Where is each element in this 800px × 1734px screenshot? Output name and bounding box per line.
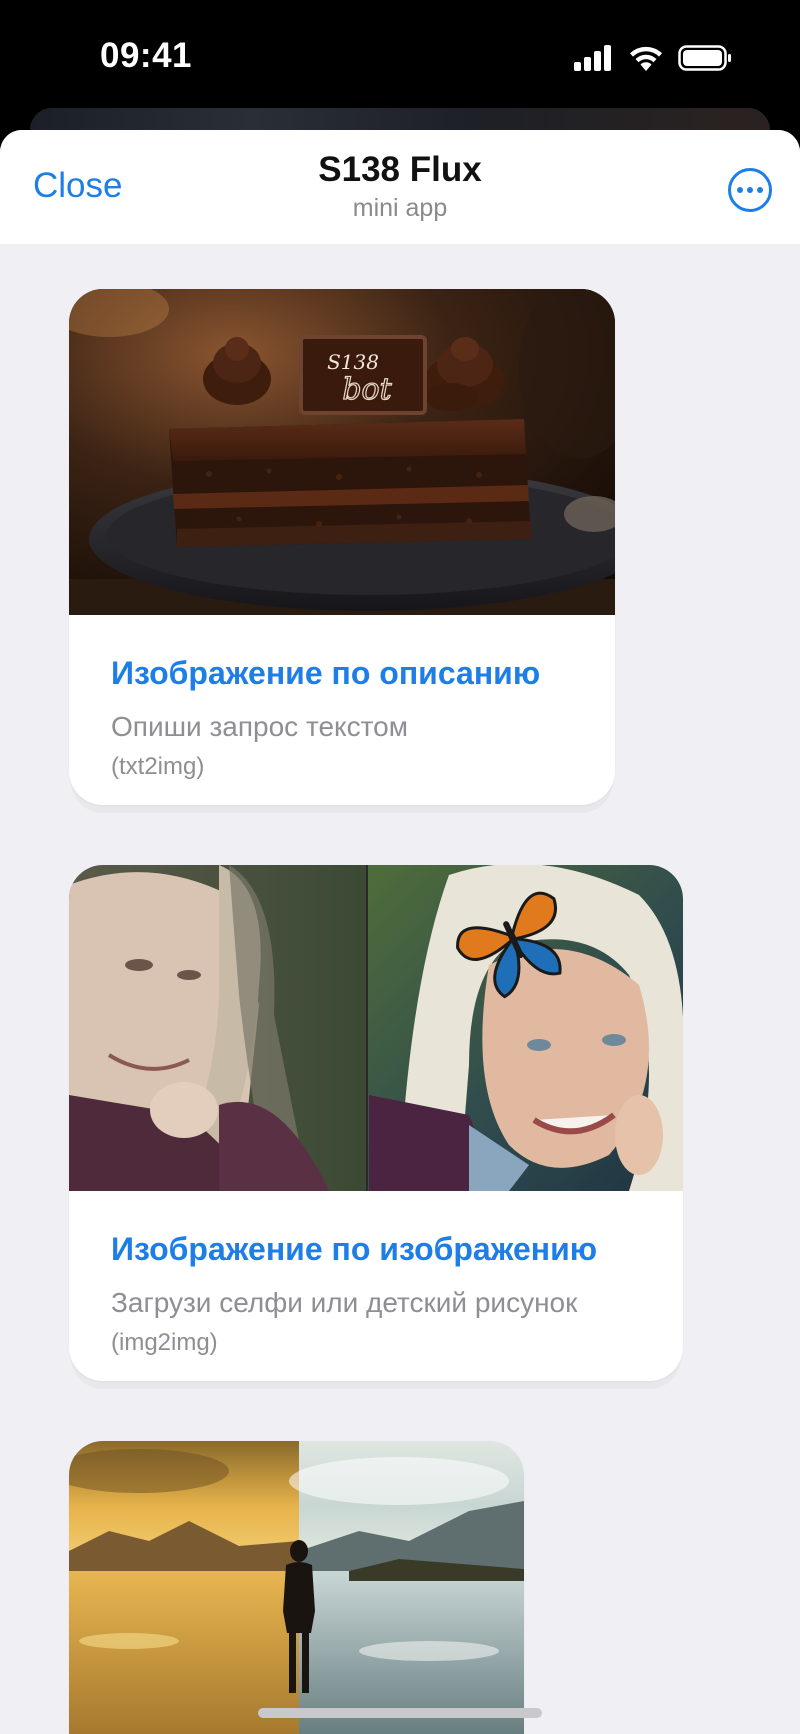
card-image-portraits	[69, 865, 683, 1191]
card-txt2img[interactable]: S138 bot Изображение по описанию Опиши з…	[69, 289, 615, 805]
mini-app-sheet: Close S138 Flux mini app S138 bot Изобра…	[0, 130, 800, 1734]
card-tag: (img2img)	[111, 1329, 218, 1356]
chocolate-cake-image: S138 bot	[69, 289, 615, 615]
cake-plaque-text-bottom: bot	[342, 372, 392, 407]
card-title: Изображение по описанию	[111, 655, 541, 691]
sheet-header: Close S138 Flux mini app	[0, 130, 800, 244]
card-title: Изображение по изображению	[111, 1231, 598, 1267]
cellular-signal-icon	[574, 44, 611, 71]
card-img2img[interactable]: Изображение по изображению Загрузи селфи…	[69, 865, 683, 1381]
card-landscape[interactable]	[69, 1441, 524, 1734]
status-bar: 09:41	[0, 0, 800, 118]
app-title: S138 Flux	[318, 150, 482, 189]
card-image-landscape	[69, 1441, 524, 1734]
more-options-button[interactable]	[728, 168, 772, 212]
battery-icon	[678, 44, 731, 71]
card-description: Опиши запрос текстом	[111, 711, 408, 742]
before-after-portrait-image	[69, 865, 683, 1191]
cake-plaque-text-top: S138	[327, 350, 379, 374]
status-icons	[574, 44, 732, 71]
more-dot-icon	[757, 187, 763, 193]
card-tag: (txt2img)	[111, 753, 205, 780]
card-image-cake: S138 bot	[69, 289, 615, 615]
wifi-icon	[630, 46, 662, 71]
app-subtitle: mini app	[352, 194, 448, 222]
lake-sunset-image	[69, 1441, 524, 1734]
home-indicator[interactable]	[258, 1708, 542, 1718]
more-dot-icon	[747, 187, 753, 193]
more-dot-icon	[737, 187, 743, 193]
status-time: 09:41	[100, 36, 193, 75]
card-description: Загрузи селфи или детский рисунок	[111, 1287, 578, 1318]
